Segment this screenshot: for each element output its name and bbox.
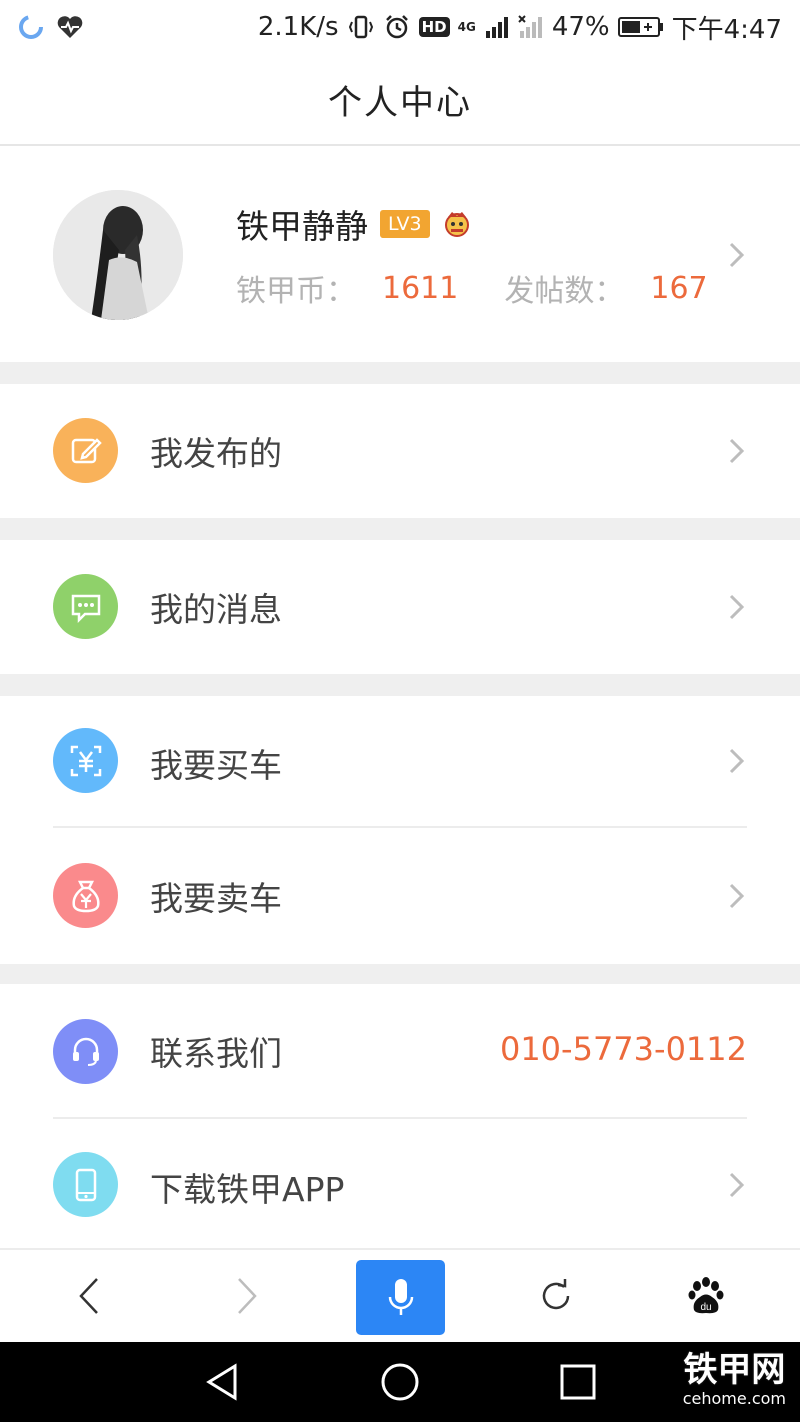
battery-percent: 47%: [551, 12, 610, 42]
section-divider: [0, 518, 800, 540]
refresh-button[interactable]: [526, 1250, 586, 1342]
signal-weak-icon: [518, 15, 544, 39]
alarm-icon: [383, 13, 411, 41]
browser-toolbar: du: [0, 1248, 800, 1342]
headset-icon: [53, 1019, 118, 1084]
watermark: 铁甲网 cehome.com: [683, 1350, 786, 1408]
system-nav-bar: 铁甲网 cehome.com: [0, 1342, 800, 1422]
menu-label-download-app: 下载铁甲APP: [150, 1170, 345, 1209]
health-heart-icon: [56, 14, 84, 40]
page-header: 个人中心: [0, 54, 800, 146]
square-recents-icon: [560, 1364, 596, 1400]
svg-text:du: du: [700, 1302, 711, 1313]
chevron-right-icon: [729, 883, 745, 909]
battery-icon: [617, 16, 664, 38]
profile-card[interactable]: 铁甲静静 LV3 铁甲币： 1611 发帖数： 167: [0, 148, 800, 362]
posts-value: 167: [650, 270, 708, 306]
watermark-logo: 铁甲网: [683, 1350, 786, 1390]
arrow-right-icon: [238, 1278, 257, 1314]
profile-name-row: 铁甲静静 LV3: [236, 200, 472, 248]
vibrate-icon: [347, 13, 375, 41]
page-title: 个人中心: [328, 82, 472, 123]
hd-badge: HD: [418, 17, 450, 37]
vip-medal-icon: [442, 209, 472, 239]
arrow-left-icon: [79, 1278, 98, 1314]
voice-search-button[interactable]: [356, 1260, 445, 1335]
triangle-back-icon: [206, 1363, 237, 1401]
coins-label: 铁甲币：: [236, 274, 356, 309]
nav-recents-button[interactable]: [546, 1342, 610, 1422]
baidu-button[interactable]: du: [676, 1250, 736, 1342]
level-badge: LV3: [380, 210, 430, 238]
chevron-right-icon: [729, 438, 745, 464]
forward-button[interactable]: [216, 1250, 276, 1342]
edit-icon: [53, 418, 118, 483]
circle-home-icon: [381, 1363, 419, 1401]
watermark-domain: cehome.com: [682, 1389, 786, 1408]
section-divider: [0, 964, 800, 984]
back-button[interactable]: [60, 1250, 120, 1342]
app-notification-icon: [18, 14, 44, 40]
network-type: 4G: [457, 20, 476, 34]
menu-label-buy-car: 我要买车: [150, 746, 282, 785]
menu-item-contact[interactable]: 联系我们 010-5773-0112: [0, 984, 800, 1118]
menu-item-buy-car[interactable]: 我要买车: [0, 696, 800, 826]
menu-label-sell-car: 我要卖车: [150, 879, 282, 918]
menu-item-messages[interactable]: 我的消息: [0, 540, 800, 674]
menu-label-contact: 联系我们: [150, 1034, 282, 1073]
network-speed: 2.1K/s: [257, 12, 339, 42]
refresh-icon: [542, 1279, 570, 1310]
username: 铁甲静静: [236, 207, 368, 246]
profile-stats: 铁甲币： 1611 发帖数： 167: [236, 266, 708, 310]
signal-icon: [484, 15, 510, 39]
coins-value: 1611: [382, 270, 459, 306]
chevron-right-icon: [729, 1172, 745, 1198]
message-icon: [53, 574, 118, 639]
buy-yuan-icon: [53, 728, 118, 793]
avatar[interactable]: [53, 190, 183, 320]
status-bar: 2.1K/s HD 4G 47% 下午4:47: [0, 0, 800, 54]
nav-home-button[interactable]: [368, 1342, 432, 1422]
baidu-paw-icon: du: [688, 1277, 724, 1314]
menu-item-published[interactable]: 我发布的: [0, 384, 800, 518]
section-divider: [0, 362, 800, 384]
microphone-icon: [388, 1278, 413, 1315]
menu-item-download-app[interactable]: 下载铁甲APP: [0, 1119, 800, 1247]
chevron-right-icon: [729, 748, 745, 774]
nav-back-button[interactable]: [190, 1342, 254, 1422]
chevron-right-icon: [729, 242, 745, 268]
chevron-right-icon: [729, 594, 745, 620]
contact-phone-number[interactable]: 010-5773-0112: [500, 1030, 747, 1068]
menu-label-messages: 我的消息: [150, 590, 282, 629]
section-divider: [0, 674, 800, 696]
money-bag-icon: [53, 863, 118, 928]
mobile-phone-icon: [53, 1152, 118, 1217]
clock: 下午4:47: [671, 14, 782, 45]
menu-label-published: 我发布的: [150, 434, 282, 473]
menu-item-sell-car[interactable]: 我要卖车: [0, 828, 800, 964]
posts-label: 发帖数：: [504, 274, 625, 309]
